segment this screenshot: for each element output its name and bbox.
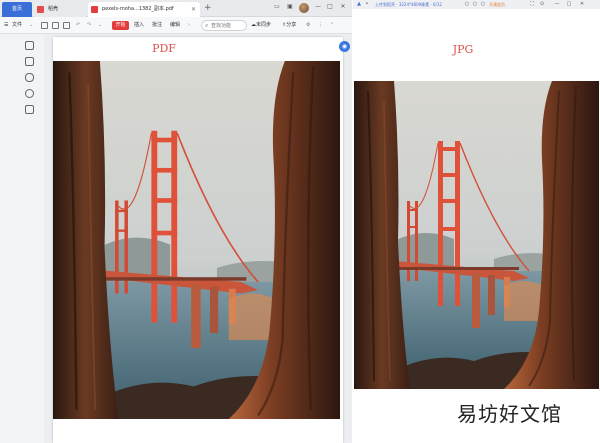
menu-icon[interactable]: ☰ bbox=[4, 21, 8, 30]
bridge-photo-svg bbox=[354, 81, 599, 389]
search-field[interactable]: ⌕ bbox=[201, 20, 247, 31]
close-window-icon[interactable]: ✕ bbox=[338, 2, 348, 12]
bookmark-icon[interactable] bbox=[25, 41, 34, 50]
file-menu[interactable]: 文件 bbox=[12, 21, 22, 30]
viewer-toolbar: ▲ • 上传到稻壳 · 3224*4809像素 · 6/12 ○ ○ ○ 开通会… bbox=[353, 0, 600, 9]
search-input[interactable] bbox=[211, 22, 245, 30]
maximize-icon[interactable]: □ bbox=[325, 2, 335, 12]
attachment-icon[interactable] bbox=[25, 89, 34, 98]
pin-icon[interactable]: ⊙ bbox=[539, 1, 545, 7]
tab-edit[interactable]: 编辑 bbox=[170, 21, 180, 30]
tab-store-label: 稻壳 bbox=[48, 6, 59, 12]
tab-pdf-label: pexels-moha...1382_副本.pdf bbox=[102, 6, 174, 12]
signature-icon[interactable] bbox=[25, 105, 34, 114]
rotate-icon[interactable]: ○ bbox=[464, 1, 470, 7]
tab-annotate[interactable]: 批注 bbox=[152, 21, 162, 30]
minimize-icon[interactable]: — bbox=[313, 2, 323, 12]
tab-pdf-document[interactable]: pexels-moha...1382_副本.pdf ✕ bbox=[88, 2, 200, 17]
share-icon[interactable]: ○ bbox=[480, 1, 486, 7]
member-button[interactable]: 开通会员 bbox=[489, 1, 505, 8]
sidebar bbox=[0, 34, 44, 443]
tab-home[interactable]: 首页 bbox=[2, 2, 32, 17]
close-icon[interactable]: ✕ bbox=[191, 2, 196, 17]
app-logo-icon: ▲ bbox=[357, 1, 361, 7]
tab-bar: 首页 稻壳 pexels-moha...1382_副本.pdf ✕ + ▭ ▣ … bbox=[0, 0, 352, 17]
save-icon[interactable] bbox=[52, 22, 59, 29]
menu-icon[interactable]: • bbox=[364, 1, 370, 7]
tab-store[interactable]: 稻壳 bbox=[34, 2, 86, 17]
tab-start[interactable]: 开始 bbox=[112, 21, 129, 30]
thumbnail-icon[interactable] bbox=[25, 57, 34, 66]
layout-icon[interactable]: ▭ bbox=[272, 2, 282, 12]
main-toolbar: ☰ 文件 ⌄ ↶ ↷ ⌄ 开始 插入 批注 编辑 › ⌕ ☁未同步 ⇪分享 ⚙ … bbox=[0, 17, 352, 34]
image-info: 上传到稻壳 · 3224*4809像素 · 6/12 bbox=[375, 2, 442, 7]
new-tab-button[interactable]: + bbox=[204, 2, 212, 15]
close-icon[interactable]: ✕ bbox=[579, 1, 585, 7]
cloud-sync-label: 未同步 bbox=[256, 22, 272, 28]
store-icon bbox=[37, 6, 44, 13]
options-icon[interactable]: ⋮ bbox=[318, 21, 323, 30]
watermark: 易坊好文馆 bbox=[457, 402, 562, 426]
share-button[interactable]: ⇪分享 bbox=[282, 21, 296, 30]
image-viewer-window: ▲ • 上传到稻壳 · 3224*4809像素 · 6/12 ○ ○ ○ 开通会… bbox=[353, 0, 600, 443]
bridge-photo-jpg bbox=[354, 81, 599, 389]
more-icon[interactable]: › bbox=[188, 21, 190, 30]
tab-insert[interactable]: 插入 bbox=[134, 21, 144, 30]
info-icon[interactable]: ○ bbox=[472, 1, 478, 7]
minimize-icon[interactable]: — bbox=[554, 1, 560, 7]
chevron-down-icon[interactable]: ⌄ bbox=[98, 21, 102, 30]
avatar[interactable] bbox=[299, 3, 309, 13]
jpg-label: JPG bbox=[452, 43, 474, 56]
comment-icon[interactable] bbox=[25, 73, 34, 82]
share-label: 分享 bbox=[286, 22, 297, 28]
assistant-icon[interactable]: ◉ bbox=[339, 41, 350, 52]
search-icon: ⌕ bbox=[205, 22, 209, 29]
bridge-photo-pdf bbox=[53, 61, 340, 419]
fullscreen-icon[interactable]: ⛶ bbox=[529, 1, 535, 7]
bridge-photo-svg bbox=[53, 61, 340, 419]
cloud-sync-status[interactable]: ☁未同步 bbox=[251, 21, 271, 30]
pdf-page: PDF bbox=[53, 37, 343, 443]
undo-icon[interactable]: ↶ bbox=[76, 21, 80, 30]
settings-icon[interactable]: ⚙ bbox=[306, 21, 310, 30]
skin-icon[interactable]: ▣ bbox=[285, 2, 295, 12]
open-icon[interactable] bbox=[41, 22, 48, 29]
pdf-label: PDF bbox=[152, 42, 176, 55]
pdf-file-icon bbox=[91, 6, 98, 13]
maximize-icon[interactable]: □ bbox=[566, 1, 572, 7]
redo-icon[interactable]: ↷ bbox=[87, 21, 91, 30]
print-icon[interactable] bbox=[63, 22, 70, 29]
chevron-down-icon[interactable]: ⌄ bbox=[29, 21, 33, 30]
collapse-icon[interactable]: ⌃ bbox=[330, 21, 334, 30]
pdf-reader-window: 首页 稻壳 pexels-moha...1382_副本.pdf ✕ + ▭ ▣ … bbox=[0, 0, 352, 443]
